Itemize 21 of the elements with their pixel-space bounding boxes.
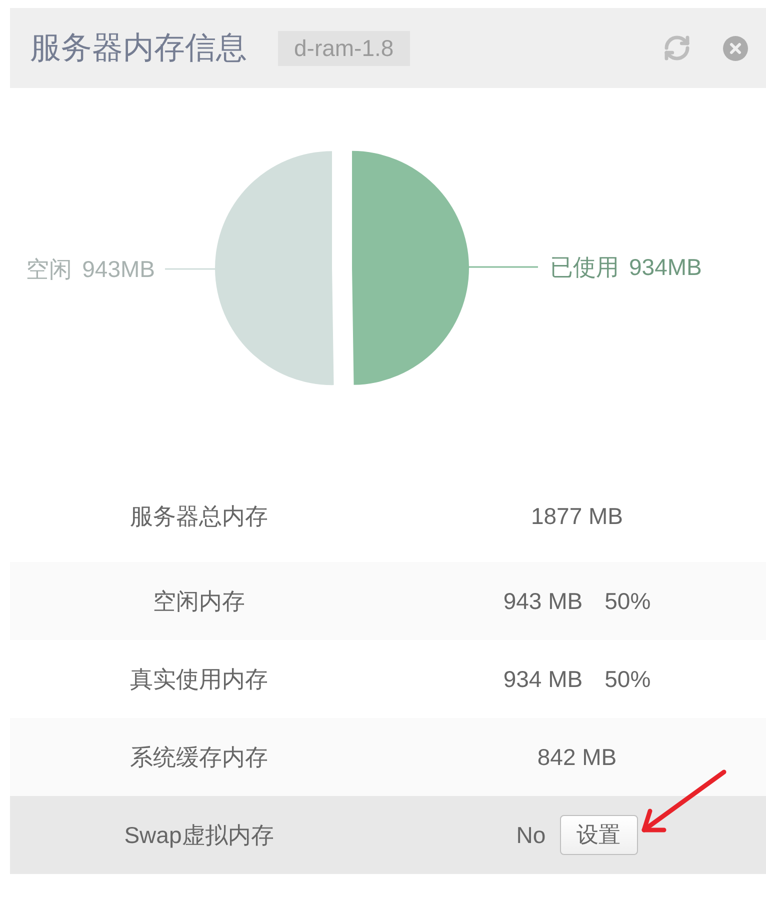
row-label: 空闲内存 (153, 586, 245, 616)
version-badge: d-ram-1.8 (278, 30, 410, 66)
row-label: 真实使用内存 (130, 664, 268, 694)
row-value: 1877 MB (530, 502, 624, 530)
row-label: 系统缓存内存 (130, 742, 268, 772)
refresh-icon[interactable] (663, 34, 691, 62)
close-icon[interactable] (723, 36, 748, 60)
settings-button[interactable]: 设置 (560, 815, 638, 855)
leader-line (165, 268, 215, 270)
row-percent: 50% (604, 588, 651, 614)
row-value: 842 MB (537, 744, 617, 770)
panel-title: 服务器内存信息 (30, 29, 247, 67)
slice-label: 空闲 943MB (26, 256, 155, 282)
slice-label: 已使用 934MB (550, 254, 702, 280)
row-value: No (516, 822, 546, 848)
row-label: Swap虚拟内存 (124, 820, 274, 850)
row-value: 943 MB (503, 588, 583, 614)
row-value: 934 MB (503, 666, 583, 692)
row-percent: 50% (604, 666, 651, 692)
leader-line (469, 266, 538, 268)
row-label: 服务器总内存 (130, 502, 268, 530)
